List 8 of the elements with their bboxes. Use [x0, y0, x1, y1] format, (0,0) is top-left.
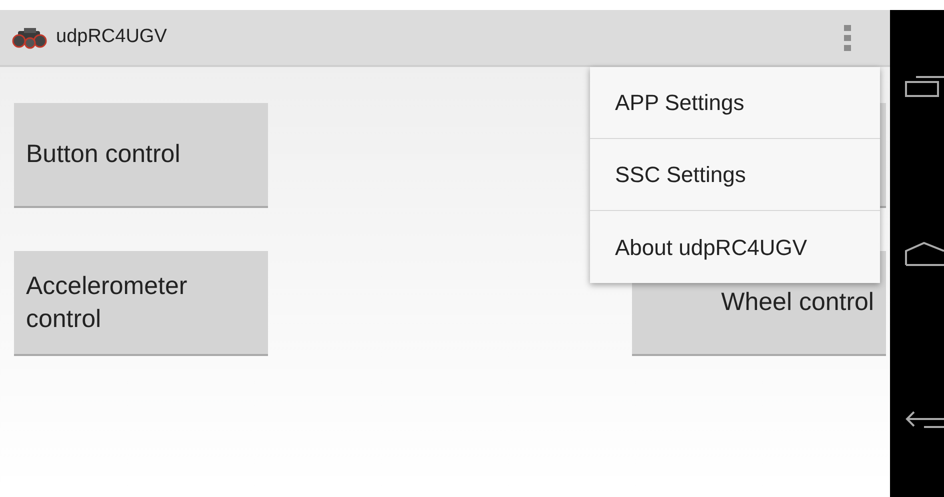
home-icon[interactable]: [904, 240, 944, 266]
menu-item[interactable]: SSC Settings: [590, 139, 880, 211]
control-button[interactable]: Accelerometer control: [14, 251, 268, 356]
recent-apps-icon[interactable]: [904, 74, 944, 98]
menu-item[interactable]: APP Settings: [590, 67, 880, 139]
app-title: udpRC4UGV: [56, 25, 167, 50]
rover-icon: [12, 26, 48, 48]
control-button[interactable]: Button control: [14, 103, 268, 208]
